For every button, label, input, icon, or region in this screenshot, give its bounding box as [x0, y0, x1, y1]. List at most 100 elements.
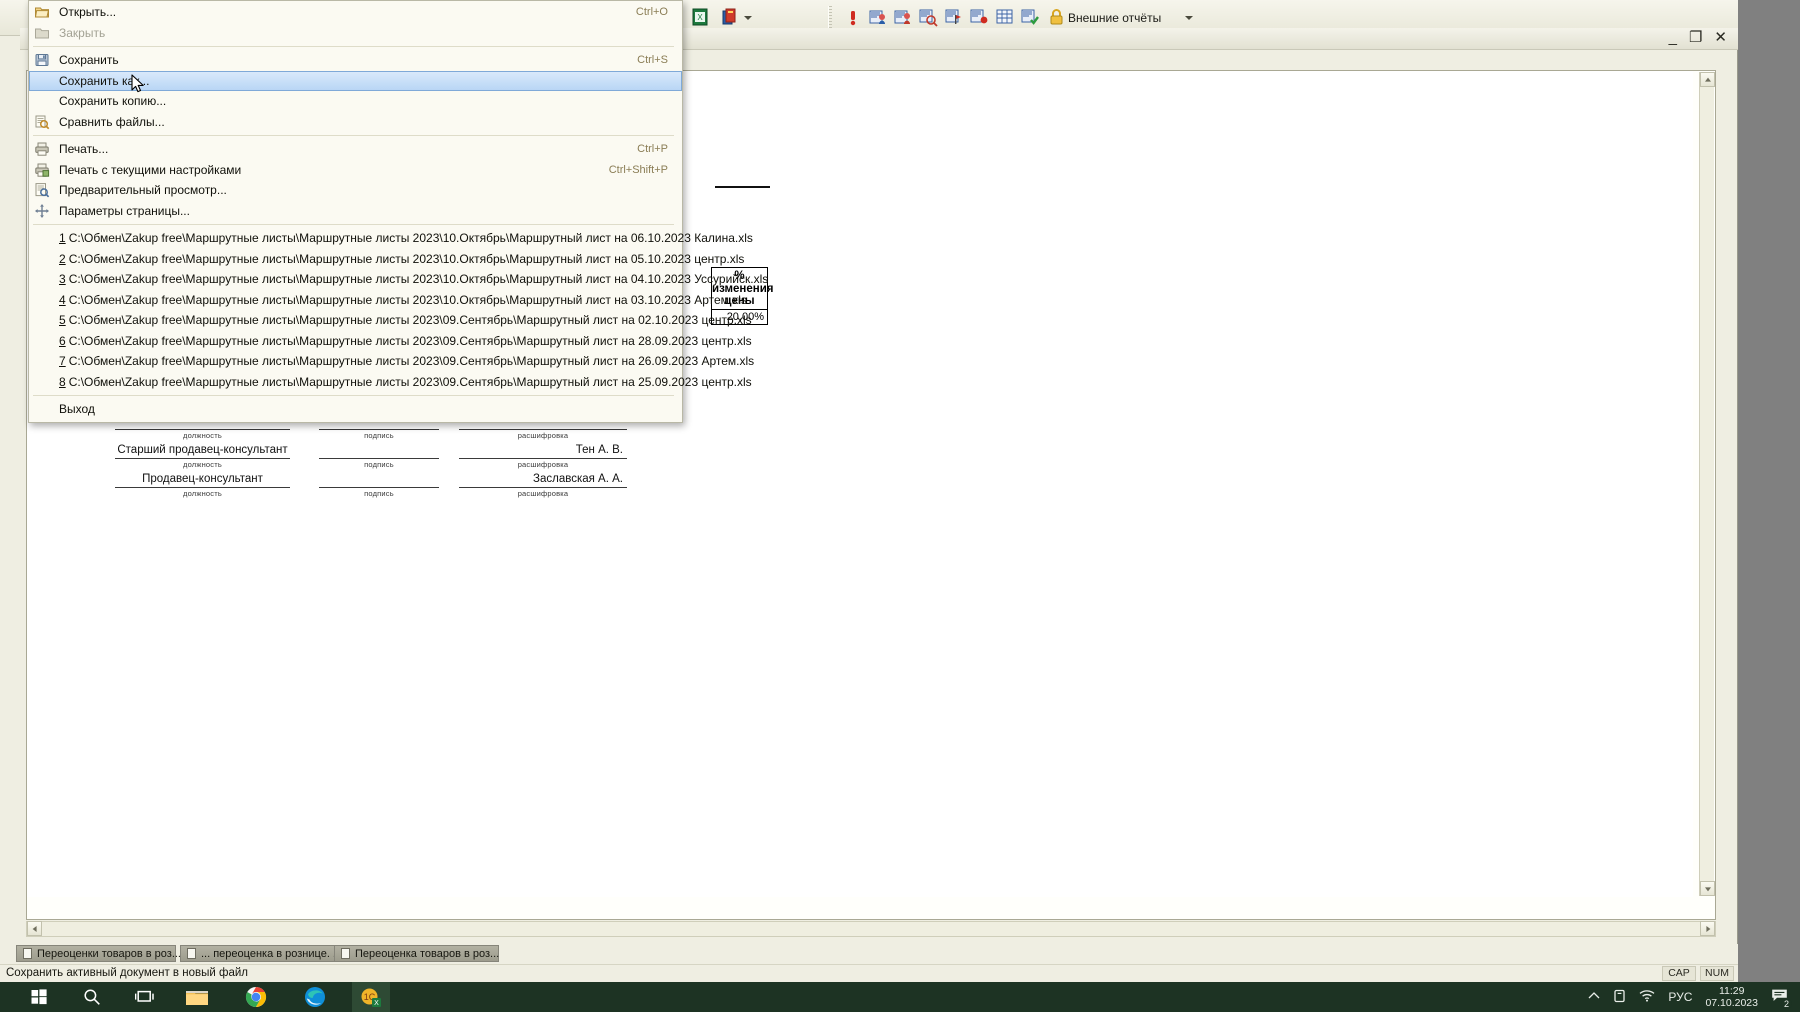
clock[interactable]: 11:29 07.10.2023 [1705, 985, 1758, 1009]
sum-dot-red-icon[interactable] [969, 7, 989, 27]
svg-text:X: X [697, 13, 703, 22]
printer-icon [34, 141, 50, 157]
recent-file-path: C:\Обмен\Zakup free\Маршрутные листы\Мар… [68, 292, 747, 307]
menu-item-print-accel: Ctrl+P [637, 143, 668, 156]
menu-item-recent-file-6[interactable]: 6 C:\Обмен\Zakup free\Маршрутные листы\М… [29, 331, 752, 352]
exclamation-red-icon[interactable] [843, 7, 863, 27]
close-button[interactable]: ✕ [1714, 30, 1727, 45]
menu-item-print-current-settings[interactable]: Печать с текущими настройками Ctrl+Shift… [29, 160, 682, 181]
signature-position-value: Старший продавец-консультант [117, 444, 288, 456]
file-explorer-icon[interactable] [178, 982, 216, 1012]
windows-taskbar: 1C X РУС 11:29 07.10.2023 2 [0, 982, 1800, 1012]
recent-file-number: 7 [59, 354, 66, 369]
signature-caption-decoding: расшифровка [517, 460, 569, 469]
menu-item-recent-file-5[interactable]: 5 C:\Обмен\Zakup free\Маршрутные листы\М… [29, 310, 752, 331]
recent-file-number: 4 [59, 292, 66, 307]
folder-closed-icon [34, 25, 50, 41]
menu-item-save-as-label: Сохранить как... [59, 73, 150, 88]
menu-item-compare-files[interactable]: Сравнить файлы... [29, 112, 682, 133]
task-view-icon[interactable] [127, 982, 161, 1012]
svg-text:X: X [374, 1000, 379, 1007]
recent-file-path: C:\Обмен\Zakup free\Маршрутные листы\Мар… [68, 374, 752, 389]
recent-file-path: C:\Обмен\Zakup free\Маршрутные листы\Мар… [68, 333, 752, 348]
menu-item-print-preview[interactable]: Предварительный просмотр... [29, 180, 682, 201]
1c-excel-icon[interactable]: 1C X [352, 982, 390, 1012]
window-tab-label: Переоценка товаров в роз... [355, 947, 500, 960]
signature-caption-position: должность [183, 431, 222, 440]
external-reports-caret-icon[interactable] [1185, 16, 1193, 20]
compare-files-icon [34, 114, 50, 130]
open-windows-tabbar: Переоценки товаров в роз... ... переоцен… [0, 944, 1738, 964]
excel-green-icon[interactable]: X [690, 7, 710, 27]
menu-item-recent-file-3[interactable]: 3 C:\Обмен\Zakup free\Маршрутные листы\М… [29, 269, 768, 290]
lock-yellow-icon[interactable] [1047, 7, 1067, 27]
vertical-scrollbar[interactable] [1699, 72, 1715, 896]
user-card-blue-icon[interactable] [868, 7, 888, 27]
windows-start-icon[interactable] [22, 982, 56, 1012]
notifications-icon[interactable]: 2 [1771, 988, 1792, 1009]
status-bar: Сохранить активный документ в новый файл… [0, 964, 1738, 982]
menu-item-close: Закрыть [29, 23, 682, 44]
menu-item-save-as[interactable]: Сохранить как... [29, 70, 682, 91]
num-lock-indicator: NUM [1700, 966, 1734, 981]
user-card-sum-icon[interactable] [893, 7, 913, 27]
menu-item-save[interactable]: Сохранить Ctrl+S [29, 50, 682, 71]
clock-date: 07.10.2023 [1705, 997, 1758, 1009]
menu-item-recent-file-1[interactable]: 1 C:\Обмен\Zakup free\Маршрутные листы\М… [29, 228, 753, 249]
window-tab-1[interactable]: ... переоценка в рознице. ... [180, 945, 342, 962]
user-card-magnify-icon[interactable] [918, 7, 938, 27]
scroll-right-arrow-icon[interactable] [1700, 921, 1715, 936]
scroll-left-arrow-icon[interactable] [27, 921, 42, 936]
minimize-button[interactable]: _ [1669, 30, 1677, 45]
sum-check-green-icon[interactable] [1020, 7, 1040, 27]
horizontal-scrollbar[interactable] [26, 921, 1716, 937]
signature-name-value: Заславская А. А. [533, 473, 623, 485]
printer-settings-icon [34, 162, 50, 178]
menu-item-exit[interactable]: Выход [29, 399, 682, 420]
file-menu[interactable]: Открыть... Ctrl+O Закрыть Сохранить Ctrl… [28, 0, 768, 423]
menu-item-recent-file-2[interactable]: 2 C:\Обмен\Zakup free\Маршрутные листы\М… [29, 249, 744, 270]
wifi-icon[interactable] [1639, 989, 1655, 1005]
menu-item-print[interactable]: Печать... Ctrl+P [29, 139, 682, 160]
search-icon[interactable] [75, 982, 109, 1012]
signature-position-cell: Продавец-консультант должность [115, 473, 290, 515]
window-tab-label: Переоценки товаров в роз... [37, 947, 181, 960]
menu-item-print-current-settings-accel: Ctrl+Shift+P [608, 163, 668, 176]
page-setup-icon [34, 203, 50, 219]
scroll-down-arrow-icon[interactable] [1700, 881, 1715, 896]
report-stack-icon[interactable] [720, 7, 740, 27]
signature-position-value: Продавец-консультант [142, 473, 263, 485]
recent-file-path: C:\Обмен\Zakup free\Маршрутные листы\Мар… [68, 354, 755, 369]
external-reports-label[interactable]: Внешние отчёты [1068, 11, 1161, 25]
table-sum-icon[interactable] [995, 7, 1015, 27]
restore-button[interactable]: ❐ [1689, 30, 1702, 45]
toolbar-grip-3[interactable] [828, 6, 832, 28]
window-tab-0[interactable]: Переоценки товаров в роз... [16, 945, 181, 962]
signature-caption-sign: подпись [364, 460, 394, 469]
menu-item-recent-file-8[interactable]: 8 C:\Обмен\Zakup free\Маршрутные листы\М… [29, 372, 752, 393]
device-icon[interactable] [1613, 989, 1626, 1006]
chevron-up-icon[interactable] [1588, 991, 1600, 1004]
menu-item-recent-file-4[interactable]: 4 C:\Обмен\Zakup free\Маршрутные листы\М… [29, 290, 747, 311]
language-indicator[interactable]: РУС [1668, 990, 1692, 1004]
caps-lock-indicator: CAP [1662, 966, 1696, 981]
menu-item-compare-files-label: Сравнить файлы... [59, 114, 165, 129]
system-tray: РУС 11:29 07.10.2023 2 [1588, 982, 1800, 1012]
window-tab-2[interactable]: Переоценка товаров в роз... [334, 945, 499, 962]
toolbar-dropdown-caret-1[interactable] [744, 16, 752, 20]
sum-flag-red-icon[interactable] [944, 7, 964, 27]
menu-item-save-copy[interactable]: Сохранить копию... [29, 91, 682, 112]
chrome-icon[interactable] [237, 982, 275, 1012]
recent-file-path: C:\Обмен\Zakup free\Маршрутные листы\Мар… [68, 313, 752, 328]
recent-file-number: 8 [59, 374, 66, 389]
scroll-up-arrow-icon[interactable] [1700, 72, 1715, 87]
table-top-rule [715, 186, 770, 188]
menu-item-recent-file-7[interactable]: 7 C:\Обмен\Zakup free\Маршрутные листы\М… [29, 351, 754, 372]
menu-item-open[interactable]: Открыть... Ctrl+O [29, 2, 682, 23]
signature-row: Продавец-консультант должность подпись З… [87, 473, 627, 516]
signature-caption-sign: подпись [364, 489, 394, 498]
edge-icon[interactable] [296, 982, 334, 1012]
menu-item-page-setup[interactable]: Параметры страницы... [29, 201, 682, 222]
menu-item-print-preview-label: Предварительный просмотр... [59, 183, 227, 198]
menu-item-save-accel: Ctrl+S [637, 54, 668, 67]
